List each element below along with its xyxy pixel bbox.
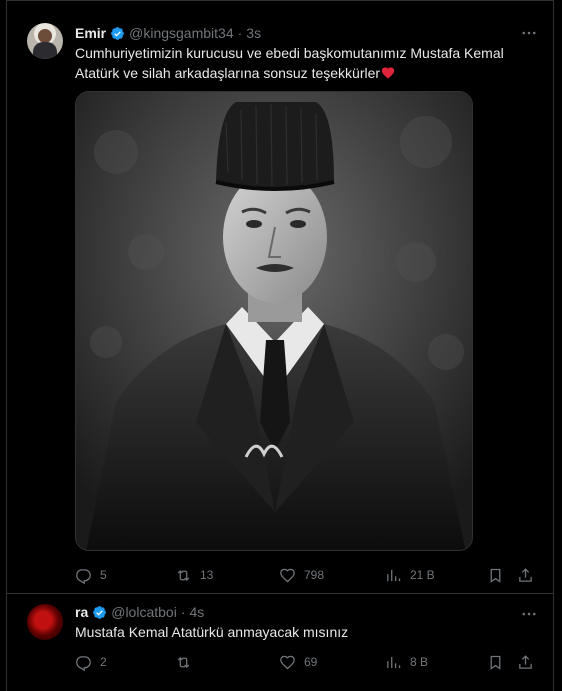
retweet-button[interactable] — [175, 654, 200, 671]
tweet-actions: 2 69 8 B — [75, 652, 539, 672]
like-button[interactable]: 69 — [279, 654, 317, 671]
like-count: 69 — [304, 655, 318, 669]
verified-badge-icon — [111, 26, 125, 40]
separator-dot: · — [237, 25, 243, 41]
views-button[interactable]: 21 B — [385, 567, 435, 584]
reply-icon — [76, 568, 91, 584]
tweet-timestamp[interactable]: 3s — [246, 25, 261, 41]
avatar-head — [38, 29, 52, 43]
tweet-text: Cumhuriyetimizin kurucusu ve ebedi başko… — [75, 43, 513, 83]
views-button[interactable]: 8 B — [385, 654, 428, 671]
author-name[interactable]: ra — [75, 604, 88, 620]
tweet-actions: 5 13 798 21 B — [75, 565, 539, 585]
views-count: 8 B — [410, 655, 429, 669]
more-options-icon[interactable] — [519, 604, 539, 624]
heart-outline-icon — [280, 655, 295, 669]
separator-dot: · — [180, 604, 186, 620]
tweet-text: Mustafa Kemal Atatürkü anmayacak mısınız — [75, 624, 349, 640]
tweet-text-content: Cumhuriyetimizin kurucusu ve ebedi başko… — [75, 45, 504, 81]
author-handle[interactable]: @lolcatboi — [111, 604, 177, 620]
reply-icon — [76, 655, 91, 671]
bookmark-icon — [490, 655, 501, 670]
retweet-count: 13 — [200, 568, 214, 582]
share-icon — [519, 654, 532, 669]
like-button[interactable]: 798 — [279, 567, 324, 584]
reply-button[interactable]: 5 — [75, 567, 107, 584]
tweet-timestamp[interactable]: 4s — [189, 604, 204, 620]
bookmark-icon — [490, 568, 501, 583]
avatar[interactable] — [27, 23, 63, 59]
tweet[interactable]: ra @lolcatboi · 4s Mustafa Kemal Atatürk… — [7, 594, 553, 691]
reply-count: 5 — [100, 568, 107, 582]
views-chart-icon — [387, 656, 401, 668]
retweet-icon — [177, 569, 190, 581]
avatar[interactable] — [27, 604, 63, 640]
red-heart-icon — [381, 67, 395, 79]
tweet-header: Emir @kingsgambit34 · 3s — [75, 25, 261, 41]
more-options-icon[interactable] — [519, 23, 539, 43]
tweet-header: ra @lolcatboi · 4s — [75, 604, 204, 620]
share-button[interactable] — [517, 654, 534, 671]
retweet-button[interactable]: 13 — [175, 567, 213, 584]
heart-outline-icon — [280, 568, 295, 582]
reply-button[interactable]: 2 — [75, 654, 107, 671]
tweet-photo[interactable] — [75, 91, 473, 551]
portrait-image — [76, 92, 472, 550]
bookmark-button[interactable] — [487, 567, 504, 584]
share-icon — [519, 567, 532, 582]
retweet-icon — [177, 656, 190, 668]
like-count: 798 — [304, 568, 325, 582]
views-chart-icon — [387, 569, 401, 581]
avatar-body — [33, 42, 57, 59]
reply-count: 2 — [100, 655, 107, 669]
timeline: Emir @kingsgambit34 · 3s Cumhuriyetimizi… — [6, 0, 554, 691]
tweet[interactable]: Emir @kingsgambit34 · 3s Cumhuriyetimizi… — [7, 0, 553, 594]
author-name[interactable]: Emir — [75, 25, 106, 41]
views-count: 21 B — [410, 568, 435, 582]
share-button[interactable] — [517, 567, 534, 584]
verified-badge-icon — [93, 605, 107, 619]
bookmark-button[interactable] — [487, 654, 504, 671]
author-handle[interactable]: @kingsgambit34 — [129, 25, 234, 41]
